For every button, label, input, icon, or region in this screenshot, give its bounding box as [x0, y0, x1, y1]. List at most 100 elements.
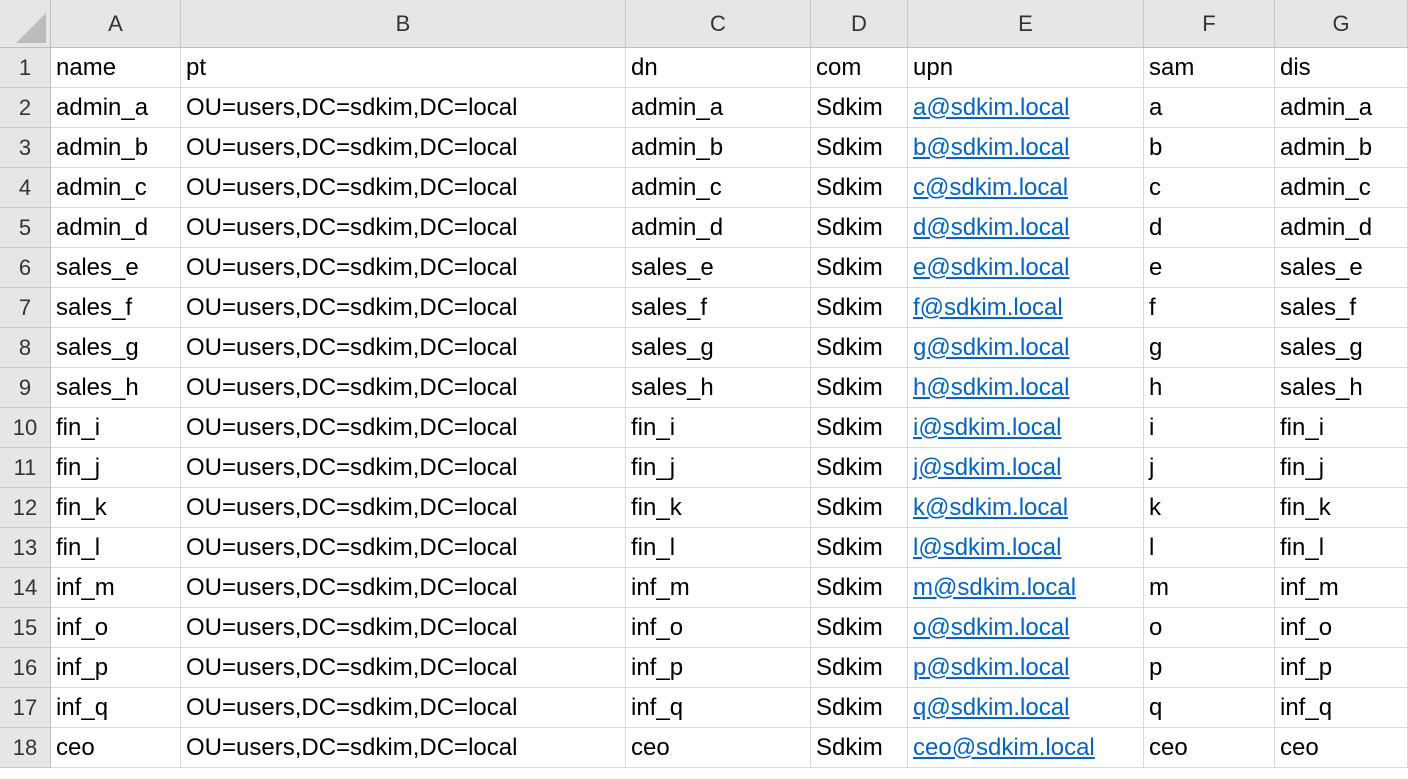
cell-c10[interactable]: fin_i — [626, 408, 811, 448]
cell-a11[interactable]: fin_j — [51, 448, 181, 488]
cell-d8[interactable]: Sdkim — [811, 328, 908, 368]
cell-f12[interactable]: k — [1144, 488, 1275, 528]
cell-c5[interactable]: admin_d — [626, 208, 811, 248]
cell-b12[interactable]: OU=users,DC=sdkim,DC=local — [181, 488, 626, 528]
cell-g10[interactable]: fin_i — [1275, 408, 1408, 448]
row-header-18[interactable]: 18 — [0, 728, 51, 768]
row-header-6[interactable]: 6 — [0, 248, 51, 288]
cell-c14[interactable]: inf_m — [626, 568, 811, 608]
cell-b18[interactable]: OU=users,DC=sdkim,DC=local — [181, 728, 626, 768]
cell-a12[interactable]: fin_k — [51, 488, 181, 528]
cell-a6[interactable]: sales_e — [51, 248, 181, 288]
cell-a16[interactable]: inf_p — [51, 648, 181, 688]
row-header-14[interactable]: 14 — [0, 568, 51, 608]
cell-d4[interactable]: Sdkim — [811, 168, 908, 208]
cell-e17[interactable]: q@sdkim.local — [908, 688, 1144, 728]
cell-f15[interactable]: o — [1144, 608, 1275, 648]
row-header-10[interactable]: 10 — [0, 408, 51, 448]
cell-d12[interactable]: Sdkim — [811, 488, 908, 528]
cell-e12[interactable]: k@sdkim.local — [908, 488, 1144, 528]
spreadsheet-grid[interactable]: A B C D E F G 1 name pt dn com upn sam dis 2 admin_a OU=u… — [0, 0, 1408, 779]
column-header-e[interactable]: E — [908, 0, 1144, 48]
cell-b17[interactable]: OU=users,DC=sdkim,DC=local — [181, 688, 626, 728]
header-cell-e1[interactable]: upn — [908, 48, 1144, 88]
cell-e16[interactable]: p@sdkim.local — [908, 648, 1144, 688]
cell-c11[interactable]: fin_j — [626, 448, 811, 488]
cell-c9[interactable]: sales_h — [626, 368, 811, 408]
cell-b3[interactable]: OU=users,DC=sdkim,DC=local — [181, 128, 626, 168]
cell-f9[interactable]: h — [1144, 368, 1275, 408]
cell-d17[interactable]: Sdkim — [811, 688, 908, 728]
cell-g6[interactable]: sales_e — [1275, 248, 1408, 288]
cell-c2[interactable]: admin_a — [626, 88, 811, 128]
cell-d6[interactable]: Sdkim — [811, 248, 908, 288]
cell-b15[interactable]: OU=users,DC=sdkim,DC=local — [181, 608, 626, 648]
cell-d13[interactable]: Sdkim — [811, 528, 908, 568]
cell-d2[interactable]: Sdkim — [811, 88, 908, 128]
row-header-11[interactable]: 11 — [0, 448, 51, 488]
cell-e10[interactable]: i@sdkim.local — [908, 408, 1144, 448]
cell-c17[interactable]: inf_q — [626, 688, 811, 728]
cell-c16[interactable]: inf_p — [626, 648, 811, 688]
row-header-7[interactable]: 7 — [0, 288, 51, 328]
cell-b10[interactable]: OU=users,DC=sdkim,DC=local — [181, 408, 626, 448]
row-header-2[interactable]: 2 — [0, 88, 51, 128]
cell-a14[interactable]: inf_m — [51, 568, 181, 608]
cell-g5[interactable]: admin_d — [1275, 208, 1408, 248]
cell-a3[interactable]: admin_b — [51, 128, 181, 168]
cell-a17[interactable]: inf_q — [51, 688, 181, 728]
cell-a7[interactable]: sales_f — [51, 288, 181, 328]
cell-d11[interactable]: Sdkim — [811, 448, 908, 488]
cell-c3[interactable]: admin_b — [626, 128, 811, 168]
column-header-b[interactable]: B — [181, 0, 626, 48]
cell-g2[interactable]: admin_a — [1275, 88, 1408, 128]
cell-f16[interactable]: p — [1144, 648, 1275, 688]
cell-g3[interactable]: admin_b — [1275, 128, 1408, 168]
cell-f8[interactable]: g — [1144, 328, 1275, 368]
cell-c12[interactable]: fin_k — [626, 488, 811, 528]
cell-a4[interactable]: admin_c — [51, 168, 181, 208]
cell-d15[interactable]: Sdkim — [811, 608, 908, 648]
cell-e7[interactable]: f@sdkim.local — [908, 288, 1144, 328]
cell-e5[interactable]: d@sdkim.local — [908, 208, 1144, 248]
cell-e2[interactable]: a@sdkim.local — [908, 88, 1144, 128]
header-cell-b1[interactable]: pt — [181, 48, 626, 88]
cell-b9[interactable]: OU=users,DC=sdkim,DC=local — [181, 368, 626, 408]
cell-e18[interactable]: ceo@sdkim.local — [908, 728, 1144, 768]
cell-a2[interactable]: admin_a — [51, 88, 181, 128]
cell-g4[interactable]: admin_c — [1275, 168, 1408, 208]
cell-f2[interactable]: a — [1144, 88, 1275, 128]
cell-g7[interactable]: sales_f — [1275, 288, 1408, 328]
cell-d5[interactable]: Sdkim — [811, 208, 908, 248]
cell-g12[interactable]: fin_k — [1275, 488, 1408, 528]
cell-b2[interactable]: OU=users,DC=sdkim,DC=local — [181, 88, 626, 128]
cell-b14[interactable]: OU=users,DC=sdkim,DC=local — [181, 568, 626, 608]
header-cell-c1[interactable]: dn — [626, 48, 811, 88]
cell-b11[interactable]: OU=users,DC=sdkim,DC=local — [181, 448, 626, 488]
cell-c6[interactable]: sales_e — [626, 248, 811, 288]
cell-e3[interactable]: b@sdkim.local — [908, 128, 1144, 168]
header-cell-a1[interactable]: name — [51, 48, 181, 88]
cell-d18[interactable]: Sdkim — [811, 728, 908, 768]
cell-g8[interactable]: sales_g — [1275, 328, 1408, 368]
row-header-12[interactable]: 12 — [0, 488, 51, 528]
cell-d14[interactable]: Sdkim — [811, 568, 908, 608]
cell-b13[interactable]: OU=users,DC=sdkim,DC=local — [181, 528, 626, 568]
column-header-d[interactable]: D — [811, 0, 908, 48]
cell-f14[interactable]: m — [1144, 568, 1275, 608]
cell-a9[interactable]: sales_h — [51, 368, 181, 408]
cell-f4[interactable]: c — [1144, 168, 1275, 208]
cell-f13[interactable]: l — [1144, 528, 1275, 568]
select-all-corner[interactable] — [0, 0, 51, 48]
cell-e6[interactable]: e@sdkim.local — [908, 248, 1144, 288]
header-cell-f1[interactable]: sam — [1144, 48, 1275, 88]
cell-c4[interactable]: admin_c — [626, 168, 811, 208]
cell-f6[interactable]: e — [1144, 248, 1275, 288]
cell-f10[interactable]: i — [1144, 408, 1275, 448]
cell-f5[interactable]: d — [1144, 208, 1275, 248]
cell-e8[interactable]: g@sdkim.local — [908, 328, 1144, 368]
cell-c7[interactable]: sales_f — [626, 288, 811, 328]
cell-e13[interactable]: l@sdkim.local — [908, 528, 1144, 568]
cell-d9[interactable]: Sdkim — [811, 368, 908, 408]
cell-e4[interactable]: c@sdkim.local — [908, 168, 1144, 208]
